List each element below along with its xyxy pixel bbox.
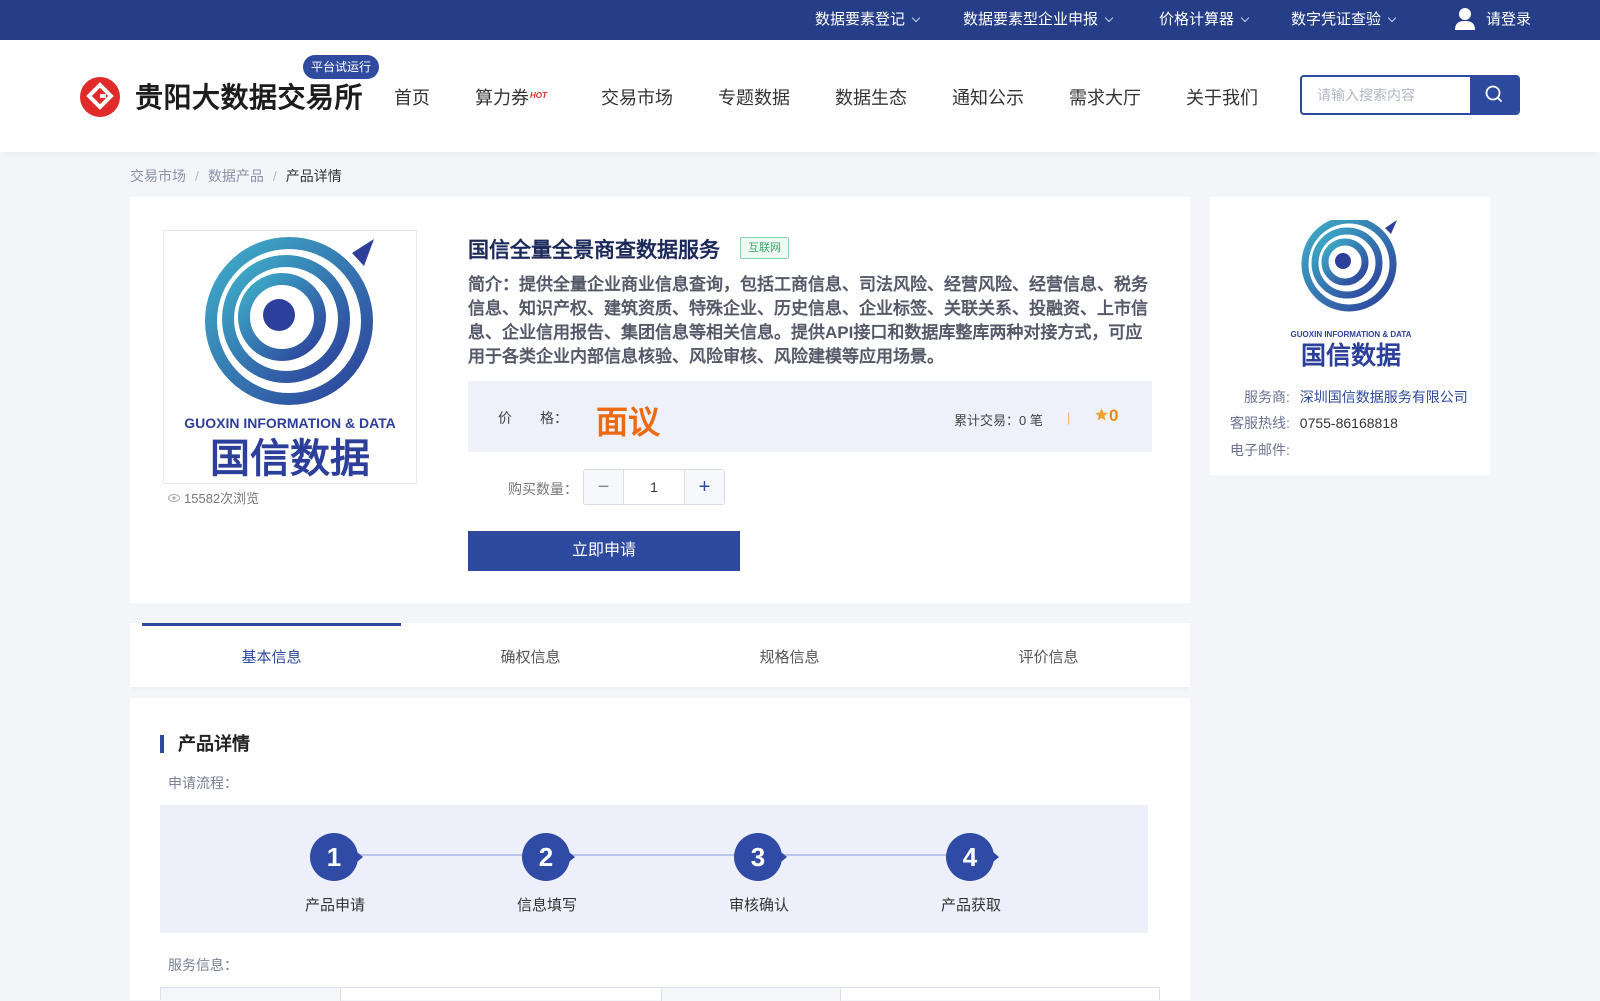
- breadcrumb: 交易市场 / 数据产品 / 产品详情: [130, 166, 342, 186]
- search-input[interactable]: [1302, 77, 1472, 113]
- table-cell: [161, 988, 341, 1001]
- provider-email-key: 电子邮件:: [1230, 442, 1290, 458]
- decrement-button[interactable]: −: [584, 470, 624, 504]
- logo-caption-cn: 国信数据: [1301, 341, 1401, 370]
- provider-logo: GUOXIN INFORMATION & DATA 国信数据: [1283, 216, 1419, 370]
- topbar-item-label: 数据要素登记: [815, 11, 906, 28]
- tab-rights-info[interactable]: 确权信息: [401, 623, 660, 687]
- search-icon: [1485, 85, 1502, 102]
- topbar-certificate-check[interactable]: 数字凭证查验: [1291, 0, 1397, 40]
- view-count: 15582次浏览: [168, 488, 259, 507]
- topbar-price-calculator[interactable]: 价格计算器: [1159, 0, 1250, 40]
- nav-market[interactable]: 交易市场: [601, 84, 673, 110]
- product-title: 国信全量全景商查数据服务: [468, 239, 720, 262]
- table-cell: [662, 988, 841, 1001]
- tab-spec-info[interactable]: 规格信息: [660, 623, 919, 687]
- nav-topic-data[interactable]: 专题数据: [718, 84, 790, 110]
- topbar-item-label: 数字凭证查验: [1291, 11, 1382, 28]
- step-number: 4: [946, 833, 999, 881]
- step-label: 产品获取: [940, 897, 1001, 914]
- chevron-down-icon: [1240, 13, 1250, 23]
- apply-flow: 1 2 3 4 产品申请 信息填写 审核确认 产品获取: [160, 805, 1148, 933]
- step-number: 1: [310, 833, 363, 881]
- price-value: 面议: [596, 404, 661, 440]
- site-title[interactable]: 贵阳大数据交易所: [135, 76, 363, 116]
- view-count-text: 15582次浏览: [184, 491, 260, 506]
- service-info-label: 服务信息：: [168, 957, 238, 973]
- provider-hotline-value: 0755-86168818: [1299, 415, 1398, 431]
- increment-button[interactable]: +: [684, 470, 724, 504]
- guoxin-logo-icon: GUOXIN INFORMATION & DATA 国信数据: [1291, 216, 1412, 370]
- nav-demand-hall[interactable]: 需求大厅: [1069, 84, 1141, 110]
- section-title: 产品详情: [160, 735, 250, 753]
- price-box: 价 格： 面议 累计交易：0 笔 | 0: [468, 381, 1152, 452]
- chevron-down-icon: [1387, 13, 1397, 23]
- eye-icon: [168, 494, 180, 502]
- service-info-table: [160, 987, 1160, 1001]
- quantity-value[interactable]: 1: [625, 470, 683, 504]
- detail-tabs: 基本信息 确权信息 规格信息 评价信息: [130, 623, 1190, 687]
- login-link[interactable]: 请登录: [1486, 0, 1531, 40]
- step-label: 审核确认: [728, 897, 789, 914]
- category-tag: 互联网: [740, 237, 789, 259]
- table-cell: [341, 988, 662, 1001]
- topbar-item-label: 数据要素型企业申报: [963, 11, 1099, 28]
- topbar-data-registration[interactable]: 数据要素登记: [815, 0, 921, 40]
- rating-value: 0: [1109, 406, 1119, 425]
- search-button[interactable]: [1470, 77, 1518, 113]
- provider-service-key: 服务商:: [1244, 389, 1290, 405]
- flow-label: 申请流程：: [168, 775, 238, 791]
- tab-basic-info[interactable]: 基本信息: [142, 623, 401, 687]
- quantity-label: 购买数量：: [508, 481, 578, 497]
- logo-caption-en: GUOXIN INFORMATION & DATA: [184, 415, 396, 431]
- step-number: 2: [522, 833, 575, 881]
- apply-button[interactable]: 立即申请: [468, 531, 740, 571]
- nav-notices[interactable]: 通知公示: [952, 84, 1024, 110]
- step-label: 信息填写: [516, 897, 577, 914]
- breadcrumb-current: 产品详情: [285, 168, 342, 184]
- star-icon: [1095, 408, 1108, 421]
- breadcrumb-separator: /: [195, 168, 199, 184]
- quantity-stepper: − 1 +: [583, 469, 725, 505]
- trade-count: 累计交易：0 笔: [954, 413, 1043, 428]
- chevron-down-icon: [1104, 13, 1114, 23]
- provider-hotline-key: 客服热线:: [1230, 415, 1290, 431]
- hot-badge: HOT: [530, 91, 547, 100]
- divider: |: [1067, 410, 1071, 425]
- step-label: 产品申请: [304, 897, 365, 914]
- product-intro: 简介：提供全量企业商业信息查询，包括工商信息、司法风险、经营风险、经营信息、税务…: [468, 275, 1148, 366]
- nav-compute-voucher[interactable]: 算力券: [475, 84, 529, 110]
- top-bar: 数据要素登记 数据要素型企业申报 价格计算器 数字凭证查验 请登录: [0, 0, 1600, 40]
- breadcrumb-market[interactable]: 交易市场: [130, 168, 186, 184]
- provider-hotline-row: 客服热线: 0755-86168818: [1230, 413, 1398, 433]
- exchange-logo-icon[interactable]: [80, 77, 120, 117]
- tab-review-info[interactable]: 评价信息: [919, 623, 1178, 687]
- logo-caption-cn: 国信数据: [210, 436, 370, 482]
- logo-caption-en: GUOXIN INFORMATION & DATA: [1291, 330, 1412, 339]
- chevron-down-icon: [911, 13, 921, 23]
- user-icon[interactable]: [1454, 7, 1476, 31]
- product-image: GUOXIN INFORMATION & DATA 国信数据: [163, 230, 417, 484]
- breadcrumb-data-products[interactable]: 数据产品: [208, 168, 264, 184]
- step-number: 3: [734, 833, 787, 881]
- breadcrumb-separator: /: [272, 168, 277, 184]
- topbar-enterprise-apply[interactable]: 数据要素型企业申报: [963, 0, 1114, 40]
- nav-ecosystem[interactable]: 数据生态: [835, 84, 907, 110]
- price-label: 价 格：: [498, 410, 568, 426]
- site-header: 贵阳大数据交易所 平台试运行 首页 算力券 HOT 交易市场 专题数据 数据生态…: [0, 40, 1600, 152]
- topbar-item-label: 价格计算器: [1159, 11, 1235, 28]
- nav-about[interactable]: 关于我们: [1186, 84, 1258, 110]
- guoxin-logo-icon: GUOXIN INFORMATION & DATA 国信数据: [184, 237, 396, 482]
- provider-name-link[interactable]: 深圳国信数据服务有限公司: [1300, 389, 1468, 405]
- trial-badge: 平台试运行: [303, 55, 380, 79]
- provider-email-row: 电子邮件:: [1230, 440, 1290, 460]
- flow-line: [332, 854, 972, 856]
- provider-service-row: 服务商: 深圳国信数据服务有限公司: [1244, 387, 1468, 407]
- search-box: [1300, 75, 1520, 115]
- rating: 0: [1094, 406, 1118, 426]
- nav-home[interactable]: 首页: [394, 84, 430, 110]
